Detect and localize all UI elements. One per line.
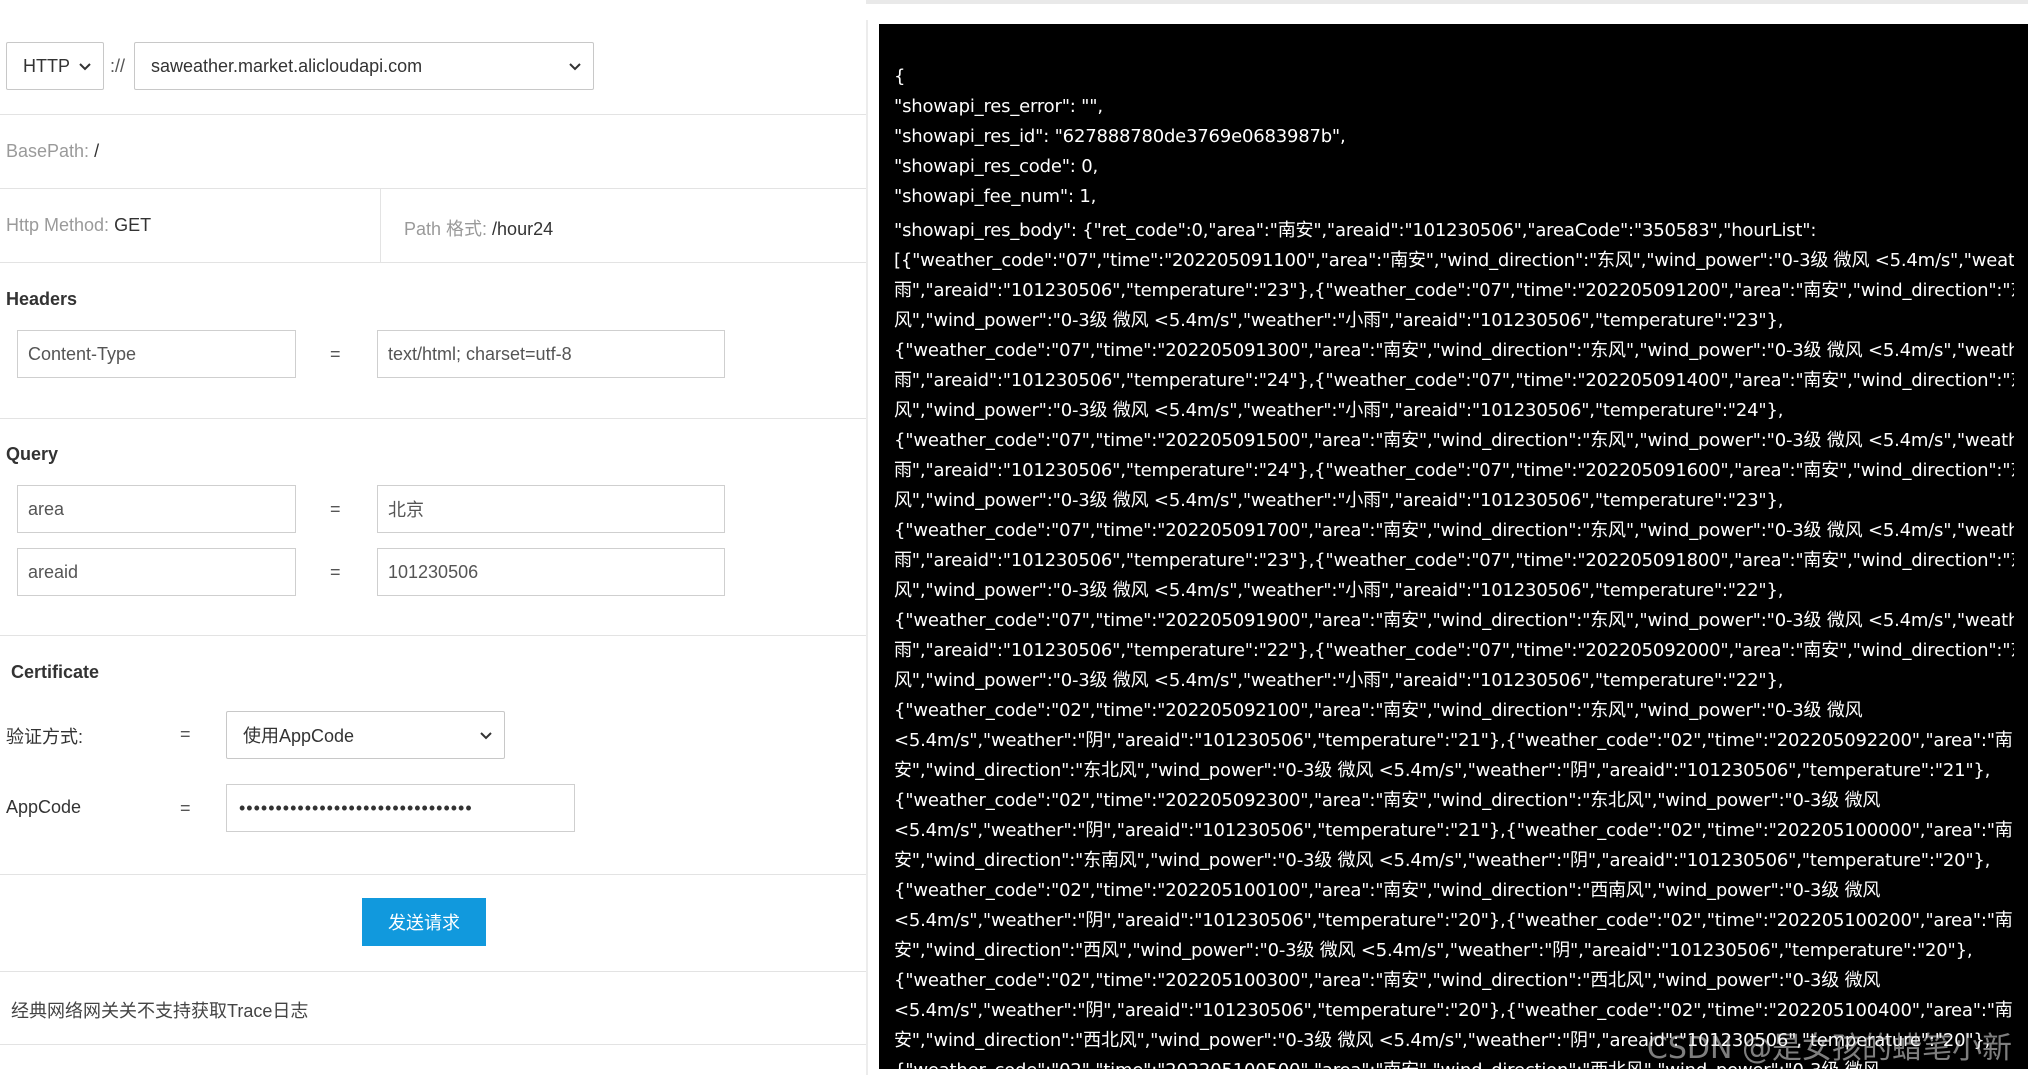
appcode-value: •••••••••••••••••••••••••••••••• [239, 797, 473, 818]
panel-divider [866, 20, 868, 1075]
path-label: Path 格式: [404, 219, 488, 239]
auth-method-label: 验证方式: [6, 727, 84, 747]
path-value: /hour24 [492, 219, 554, 239]
basepath-label: BasePath: [6, 141, 90, 161]
trace-note: 经典网络网关关不支持获取Trace日志 [11, 1001, 309, 1021]
equals-sign: = [330, 499, 341, 519]
response-line: 雨","areaid":"101230506","temperature":"2… [894, 370, 2014, 391]
response-line: {"weather_code":"07","time":"20220509130… [894, 340, 2014, 361]
divider [0, 635, 866, 636]
appcode-input[interactable]: •••••••••••••••••••••••••••••••• [226, 784, 575, 832]
protocol-value: HTTP [23, 55, 70, 76]
response-line: "showapi_res_error": "", [894, 96, 1103, 117]
response-line: 安","wind_direction":"西风","wind_power":"0… [894, 940, 1973, 961]
chevron-down-icon [569, 63, 581, 71]
response-line: {"weather_code":"07","time":"20220509170… [894, 520, 2014, 541]
request-panel: HTTP :// saweather.market.alicloudapi.co… [0, 0, 866, 1075]
host-value: saweather.market.alicloudapi.com [151, 55, 423, 76]
response-line: {"weather_code":"02","time":"20220509230… [894, 790, 1881, 811]
divider [0, 971, 866, 972]
response-line: 风","wind_power":"0-3级 微风 <5.4m/s","weath… [894, 310, 1784, 331]
equals-sign: = [180, 724, 191, 744]
query-value-input[interactable]: 101230506 [377, 548, 725, 596]
send-request-button[interactable]: 发送请求 [362, 898, 486, 946]
path-row: Path 格式: /hour24 [404, 215, 553, 241]
watermark: CSDN @是女孩的蜡笔小新 [1646, 1031, 2012, 1066]
scheme-separator: :// [110, 56, 126, 76]
response-line: <5.4m/s","weather":"阴","areaid":"1012305… [894, 820, 2013, 841]
header-value-input[interactable]: text/html; charset=utf-8 [377, 330, 725, 378]
response-line: { [894, 66, 906, 87]
header-key-input[interactable]: Content-Type [17, 330, 296, 378]
query-value-input[interactable]: 北京 [377, 485, 725, 533]
protocol-select[interactable]: HTTP [6, 42, 104, 90]
basepath-value: / [94, 141, 100, 161]
divider [0, 262, 866, 263]
column-divider [380, 188, 381, 262]
auth-method-select[interactable]: 使用AppCode [226, 711, 505, 759]
response-line: 风","wind_power":"0-3级 微风 <5.4m/s","weath… [894, 400, 1784, 421]
query-key-input[interactable]: area [17, 485, 296, 533]
chevron-down-icon [480, 732, 492, 740]
auth-method-value: 使用AppCode [243, 726, 355, 746]
query-title: Query [6, 444, 59, 464]
host-select[interactable]: saweather.market.alicloudapi.com [134, 42, 594, 90]
response-line: {"weather_code":"07","time":"20220509150… [894, 430, 2014, 451]
equals-sign: = [180, 798, 191, 818]
divider [0, 114, 866, 115]
method-label: Http Method: [6, 215, 110, 235]
chevron-down-icon [79, 63, 91, 71]
response-line: "showapi_res_body": {"ret_code":0,"area"… [894, 220, 1817, 241]
query-key-input[interactable]: areaid [17, 548, 296, 596]
response-line: <5.4m/s","weather":"阴","areaid":"1012305… [894, 730, 2013, 751]
equals-sign: = [330, 562, 341, 582]
response-line: 安","wind_direction":"东南风","wind_power":"… [894, 850, 1991, 871]
divider [0, 1044, 866, 1045]
response-line: "showapi_res_id": "627888780de3769e06839… [894, 126, 1346, 147]
response-panel: { "showapi_res_error": "", "showapi_res_id… [879, 24, 2028, 1069]
method-value: GET [114, 215, 152, 235]
response-line: <5.4m/s","weather":"阴","areaid":"1012305… [894, 910, 2013, 931]
appcode-label: AppCode [6, 797, 82, 817]
divider [0, 418, 866, 419]
response-line: 雨","areaid":"101230506","temperature":"2… [894, 640, 2014, 661]
response-line: [{"weather_code":"07","time":"2022050911… [894, 250, 2014, 271]
certificate-title: Certificate [11, 662, 100, 682]
response-line: 风","wind_power":"0-3级 微风 <5.4m/s","weath… [894, 490, 1784, 511]
response-line: 雨","areaid":"101230506","temperature":"2… [894, 550, 2014, 571]
equals-sign: = [330, 344, 341, 364]
response-line: "showapi_fee_num": 1, [894, 186, 1097, 207]
response-line: {"weather_code":"07","time":"20220509190… [894, 610, 2014, 631]
response-line: 风","wind_power":"0-3级 微风 <5.4m/s","weath… [894, 670, 1784, 691]
basepath-row: BasePath: / [6, 141, 99, 162]
response-line: <5.4m/s","weather":"阴","areaid":"1012305… [894, 1000, 2013, 1021]
response-line: {"weather_code":"02","time":"20220510010… [894, 880, 1881, 901]
response-line: 安","wind_direction":"东北风","wind_power":"… [894, 760, 1991, 781]
response-line: 风","wind_power":"0-3级 微风 <5.4m/s","weath… [894, 580, 1784, 601]
divider [0, 874, 866, 875]
divider [0, 188, 866, 189]
response-line: 雨","areaid":"101230506","temperature":"2… [894, 280, 2014, 301]
response-line: 雨","areaid":"101230506","temperature":"2… [894, 460, 2014, 481]
response-line: {"weather_code":"02","time":"20220509210… [894, 700, 1863, 721]
response-line: {"weather_code":"02","time":"20220510030… [894, 970, 1881, 991]
headers-title: Headers [6, 289, 78, 309]
method-row: Http Method: GET [6, 215, 151, 236]
response-line: "showapi_res_code": 0, [894, 156, 1098, 177]
